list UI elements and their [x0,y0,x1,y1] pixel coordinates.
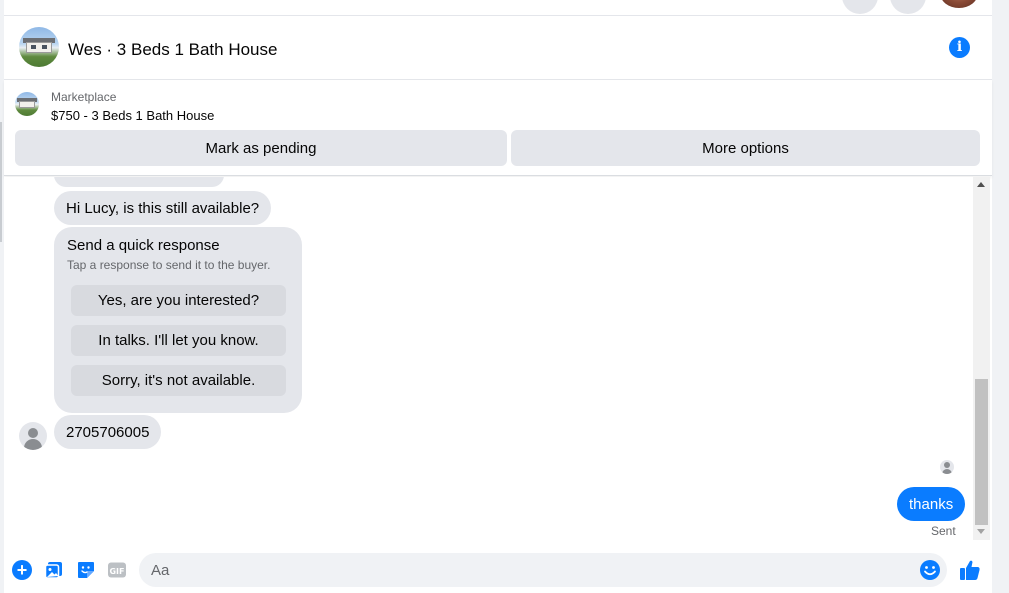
message-status: Sent [931,524,956,538]
scroll-up-arrow-icon[interactable] [977,182,985,187]
chat-header: Wes · 3 Beds 1 Bath House i [4,16,992,80]
scroll-down-arrow-icon[interactable] [977,529,985,534]
avatar-head [28,428,38,438]
like-icon[interactable] [958,558,982,582]
listing-thumbnail[interactable] [19,27,59,67]
avatar-head [944,462,950,468]
left-edge-mark [0,122,2,242]
svg-text:GIF: GIF [109,567,124,576]
page-edge-right [992,0,1009,593]
quick-response-option[interactable]: Sorry, it's not available. [71,365,286,396]
listing-price-title[interactable]: $750 - 3 Beds 1 Bath House [51,108,214,123]
quick-response-card: Send a quick response Tap a response to … [54,227,302,413]
avatar-body [942,469,952,474]
marketplace-label: Marketplace [51,90,117,104]
house-body [19,101,35,108]
plus-icon[interactable]: + [12,560,32,580]
quick-response-subtitle: Tap a response to send it to the buyer. [67,258,271,272]
buyer-avatar[interactable] [19,422,47,450]
top-round-button[interactable] [890,0,926,14]
house-window [31,45,36,49]
message-bubble-partial [54,177,224,187]
top-round-button[interactable] [842,0,878,14]
message-composer: + GIF [4,540,992,593]
top-strip [4,0,992,16]
read-receipt-avatar [940,460,954,474]
avatar-body [24,439,42,450]
quick-response-option[interactable]: Yes, are you interested? [71,285,286,316]
gif-icon[interactable]: GIF [107,560,127,580]
more-options-button[interactable]: More options [511,130,980,166]
message-scrollbar[interactable] [973,177,990,540]
sticker-icon[interactable] [76,560,96,580]
image-icon[interactable] [44,560,64,580]
message-input-container[interactable] [139,553,947,587]
message-thread[interactable]: Hi Lucy, is this still available? Send a… [4,177,973,540]
outgoing-message: thanks [897,487,966,521]
incoming-message: 2705706005 [54,415,162,449]
info-icon[interactable]: i [949,37,970,58]
chat-title[interactable]: Wes · 3 Beds 1 Bath House [68,40,277,60]
incoming-message: Hi Lucy, is this still available? [54,191,272,225]
house-body [26,42,52,53]
mark-as-pending-button[interactable]: Mark as pending [15,130,507,166]
quick-response-option[interactable]: In talks. I'll let you know. [71,325,286,356]
listing-thumbnail-small[interactable] [15,92,39,116]
emoji-icon[interactable] [919,559,941,581]
house-window [42,45,47,49]
listing-banner: Marketplace $750 - 3 Beds 1 Bath House M… [4,80,992,176]
quick-response-title: Send a quick response [67,237,220,254]
scroll-thumb[interactable] [975,379,988,525]
message-input[interactable] [139,553,909,587]
profile-avatar[interactable] [940,0,978,8]
